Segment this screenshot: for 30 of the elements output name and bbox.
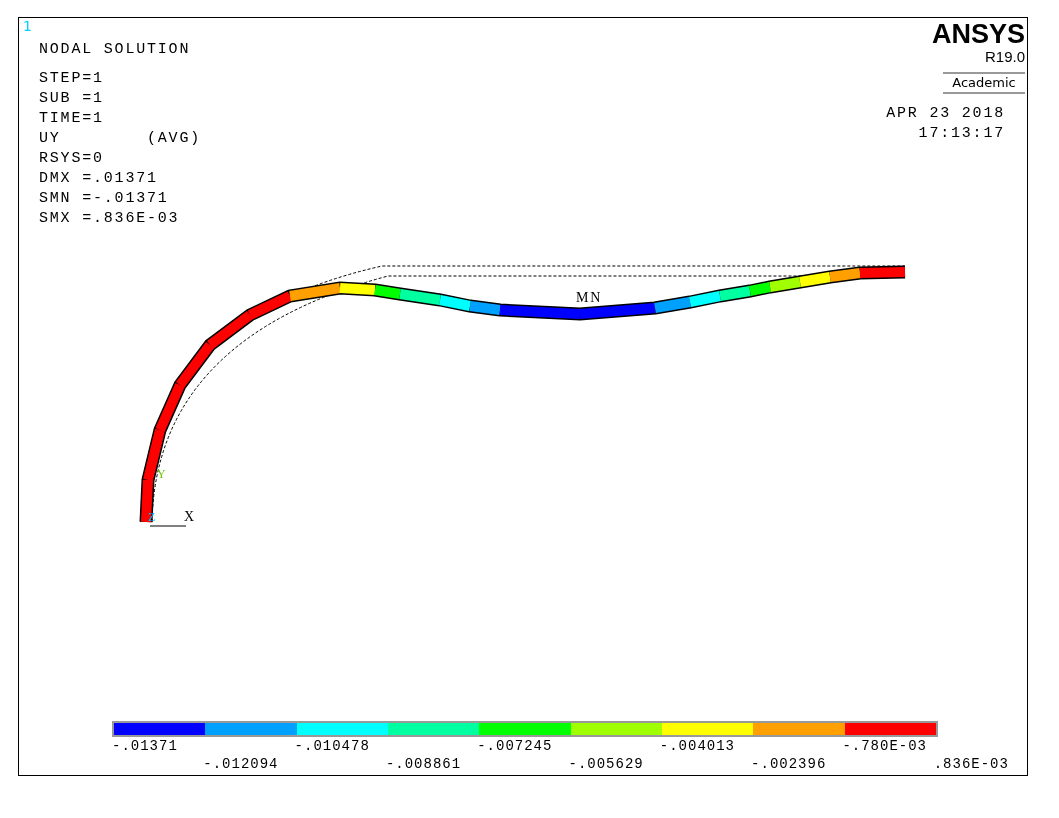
solution-info-line: SMN =-.01371 — [39, 189, 170, 209]
axis-z-label: Z — [148, 510, 158, 524]
axis-line — [149, 525, 187, 527]
solution-info-line: STEP=1 — [39, 69, 105, 89]
time-label: 17:13:17 — [918, 124, 1005, 144]
solution-info-line: RSYS=0 — [39, 149, 105, 169]
legend-value: -.010478 — [294, 737, 371, 755]
legend-value: -.01371 — [112, 737, 179, 755]
legend-value: -.007245 — [477, 737, 554, 755]
min-marker-label: MN — [576, 290, 603, 305]
date-label: APR 23 2018 — [886, 104, 1005, 124]
legend-value: .836E-03 — [933, 755, 1010, 773]
legend-value: -.780E-03 — [842, 737, 928, 755]
solution-info-line: TIME=1 — [39, 109, 105, 129]
legend-value: -.002396 — [751, 755, 828, 773]
solution-info-line: SMX =.836E-03 — [39, 209, 181, 229]
legend-value: -.005629 — [568, 755, 645, 773]
legend-value: -.004013 — [659, 737, 736, 755]
legend-value: -.012094 — [203, 755, 280, 773]
solution-info-line: DMX =.01371 — [39, 169, 159, 189]
logo-text: ANSYS — [931, 20, 1025, 48]
axis-x-label: X — [184, 509, 196, 524]
legend-value: -.008861 — [385, 755, 463, 773]
solution-info-line: SUB =1 — [39, 89, 105, 109]
solution-info-line: UY (AVG) — [39, 129, 202, 149]
window-number: 1 — [23, 18, 33, 34]
plot-title: NODAL SOLUTION — [39, 40, 192, 60]
version-label: R19.0 — [984, 48, 1025, 66]
edition-label: Academic — [943, 72, 1025, 94]
axis-y-label: Y — [157, 467, 168, 481]
